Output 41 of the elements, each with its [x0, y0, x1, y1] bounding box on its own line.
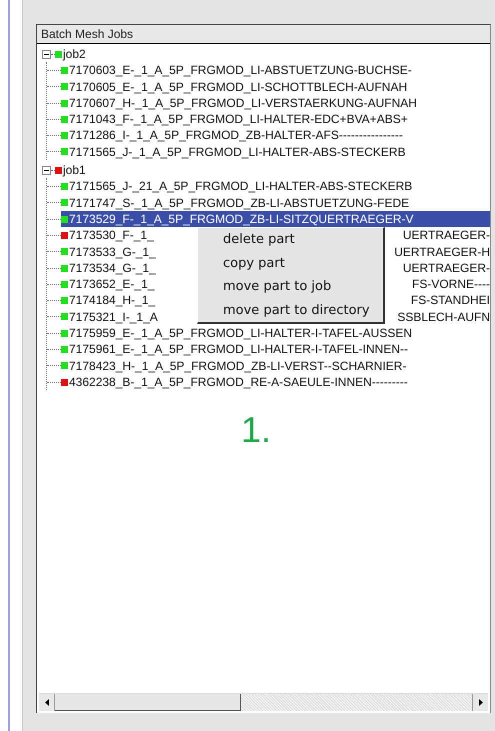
part-name-end: SSBLECH-AUFN	[397, 308, 490, 326]
collapse-icon[interactable]	[42, 166, 51, 175]
tree-item[interactable]: 7175959_E-_1_A_5P_FRGMOD_LI-HALTER-I-TAFEL-AUSSEN	[61, 325, 412, 342]
menu-item[interactable]: move part to job	[198, 275, 383, 299]
tree-item[interactable]: 7171747_S-_1_A_5P_FRGMOD_ZB-LI-ABSTUETZUNG-FEDE	[61, 194, 410, 211]
tree-item[interactable]: 7171565_J-_21_A_5P_FRGMOD_LI-HALTER-ABS-STECKERB	[61, 178, 412, 195]
job-label[interactable]: job2	[63, 46, 86, 62]
tree-item[interactable]: 4362238_B-_1_A_5P_FRGMOD_RE-A-SAEULE-INNEN---------	[61, 374, 408, 390]
job-label[interactable]: job1	[63, 162, 86, 178]
right-arrow-icon	[478, 699, 482, 706]
tree-item[interactable]: 7175961_E-_1_A_5P_FRGMOD_LI-HALTER-I-TAFEL-INNEN--	[61, 341, 408, 358]
tree-item[interactable]: 7173652_E-_1_	[61, 276, 154, 292]
tree-item[interactable]: 7175321_I-_1_A	[61, 308, 158, 326]
tree-item[interactable]: 7174184_H-_1_	[61, 292, 156, 309]
tree-item[interactable]: 7170607_H-_1_A_5P_FRGMOD_LI-VERSTAERKUNG-AUFNAH	[61, 94, 417, 112]
step-number: 1.	[240, 410, 272, 450]
scroll-left-button[interactable]	[39, 694, 55, 711]
panel-header: Batch Mesh Jobs	[37, 25, 490, 44]
tree-item[interactable]: 7170603_E-_1_A_5P_FRGMOD_LI-ABSTUETZUNG-BUCHSE-	[61, 62, 412, 79]
part-name-end: UERTRAEGER-	[402, 260, 490, 276]
tree-item[interactable]: 7173533_G-_1_	[61, 244, 156, 260]
tree-item[interactable]: 7171286_I-_1_A_5P_FRGMOD_ZB-HALTER-AFS----------------	[61, 127, 403, 144]
menu-item[interactable]: move part to directory	[198, 298, 383, 322]
tree-item[interactable]: 7170605_E-_1_A_5P_FRGMOD_LI-SCHOTTBLECH-AUFNAH	[61, 78, 408, 95]
tree-item[interactable]: 7173530_F-_1_	[61, 227, 154, 244]
tree-item[interactable]: 7171565_J-_1_A_5P_FRGMOD_LI-HALTER-ABS-STECKERB	[61, 144, 406, 160]
scrollbar-thumb[interactable]	[55, 694, 241, 711]
tree-item[interactable]: 7173534_G-_1_	[61, 260, 156, 276]
tree-item[interactable]: 7171043_F-_1_A_5P_FRGMOD_LI-HALTER-EDC+BVA+ABS+	[61, 111, 408, 128]
left-arrow-icon	[44, 699, 48, 706]
tree-item[interactable]: 7173529_F-_1_A_5P_FRGMOD_ZB-LI-SITZQUERTRAEGER-V	[61, 210, 490, 228]
horizontal-scrollbar[interactable]	[39, 693, 488, 711]
menu-item[interactable]: delete part	[198, 228, 383, 252]
menu-item[interactable]: copy part	[198, 252, 383, 276]
part-name-end: UERTRAEGER-H	[394, 244, 490, 260]
part-name-end: UERTRAEGER-	[402, 227, 490, 244]
part-name-end: FS-VORNE----	[412, 276, 490, 292]
collapse-icon[interactable]	[42, 50, 51, 59]
scroll-right-button[interactable]	[472, 694, 488, 711]
part-name-end: FS-STANDHEI	[410, 292, 490, 309]
tree-item[interactable]: 7178423_H-_1_A_5P_FRGMOD_ZB-LI-VERST--SCHARNIER-	[61, 358, 406, 374]
